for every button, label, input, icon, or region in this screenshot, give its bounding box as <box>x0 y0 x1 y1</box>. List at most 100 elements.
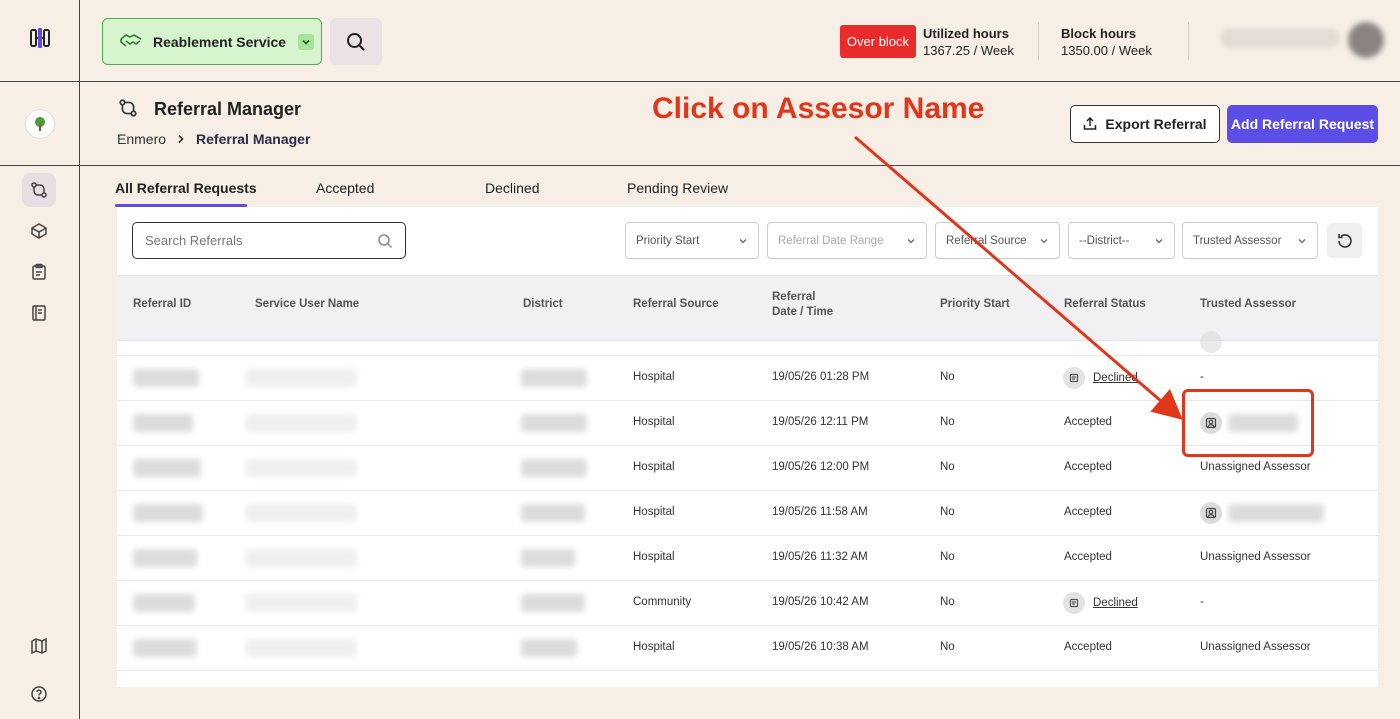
nav-referrals-icon[interactable] <box>22 173 56 207</box>
table-row[interactable]: Community 19/05/26 10:42 AM No Declined - <box>117 581 1378 626</box>
service-user-name-redacted[interactable] <box>245 504 357 522</box>
col-priority-start[interactable]: Priority Start <box>940 297 1010 312</box>
col-referral-source[interactable]: Referral Source <box>633 297 719 312</box>
declined-link[interactable]: Declined <box>1093 372 1138 384</box>
service-user-name-redacted[interactable] <box>245 369 357 387</box>
table-row[interactable]: Hospital 19/05/26 11:32 AM No Accepted Unass… <box>117 536 1378 581</box>
org-avatar[interactable] <box>24 108 55 139</box>
referral-id-redacted[interactable] <box>133 549 197 567</box>
chevron-down-icon <box>1155 238 1163 243</box>
referral-source: Hospital <box>633 551 675 563</box>
trusted-assessor[interactable]: Unassigned Assessor <box>1200 461 1311 473</box>
user-name-redacted[interactable] <box>1220 28 1340 48</box>
tab-pending-review[interactable]: Pending Review <box>627 180 728 196</box>
app-logo-icon[interactable] <box>28 26 52 55</box>
tab-declined[interactable]: Declined <box>485 180 539 196</box>
declined-link[interactable]: Declined <box>1093 597 1138 609</box>
tab-all-referrals[interactable]: All Referral Requests <box>115 180 257 196</box>
nav-clipboard-icon[interactable] <box>22 255 56 289</box>
chevron-down-icon <box>1040 238 1048 243</box>
referral-status[interactable]: Declined <box>1063 592 1138 614</box>
service-user-name-redacted[interactable] <box>245 549 357 567</box>
service-selector[interactable]: Reablement Service <box>102 18 322 65</box>
trusted-assessor[interactable]: - <box>1200 371 1204 383</box>
referral-status: Accepted <box>1064 506 1112 518</box>
filter-label: Referral Date Range <box>778 234 884 247</box>
org-cell <box>0 82 79 166</box>
service-user-name-redacted[interactable] <box>245 594 357 612</box>
annotation-text: Click on Assesor Name <box>652 92 985 125</box>
trusted-assessor[interactable] <box>1200 502 1324 524</box>
referral-id-redacted[interactable] <box>133 639 197 657</box>
chevron-down-icon <box>907 238 915 243</box>
chevron-down-icon <box>1298 238 1306 243</box>
district-redacted <box>521 639 577 657</box>
referral-id-redacted[interactable] <box>133 414 193 432</box>
trusted-assessor[interactable]: Unassigned Assessor <box>1200 641 1311 653</box>
nav-map-icon[interactable] <box>22 629 56 663</box>
user-icon <box>1200 502 1222 524</box>
tab-accepted[interactable]: Accepted <box>316 180 374 196</box>
table-row[interactable]: Hospital 19/05/26 11:58 AM No Accepted <box>117 491 1378 536</box>
col-referral-status[interactable]: Referral Status <box>1064 297 1146 312</box>
search-icon <box>378 233 393 248</box>
service-user-name-redacted[interactable] <box>245 414 357 432</box>
breadcrumb-root[interactable]: Enmero <box>117 131 166 147</box>
service-user-name-redacted[interactable] <box>245 639 357 657</box>
priority-start: No <box>940 641 955 653</box>
priority-start: No <box>940 596 955 608</box>
top-bar: Reablement Service Over block Utilized h… <box>80 0 1400 82</box>
referral-datetime: 19/05/26 12:11 PM <box>772 416 869 428</box>
app-logo-cell <box>0 0 79 82</box>
add-referral-button[interactable]: Add Referral Request <box>1227 105 1378 143</box>
left-rail <box>0 0 80 719</box>
priority-start: No <box>940 506 955 518</box>
filter-label: Trusted Assessor <box>1193 234 1282 247</box>
filter-priority-start[interactable]: Priority Start <box>625 222 759 259</box>
help-icon[interactable] <box>22 677 56 711</box>
filter-date-range[interactable]: Referral Date Range <box>767 222 927 259</box>
divider <box>1188 22 1189 60</box>
col-referral-date-line2[interactable]: Date / Time <box>772 305 833 320</box>
col-referral-date-line1[interactable]: Referral <box>772 290 815 305</box>
filter-label: Referral Source <box>946 234 1027 247</box>
table-row[interactable] <box>117 331 1378 356</box>
upload-icon <box>1084 117 1097 130</box>
divider <box>1038 22 1039 60</box>
nav-book-icon[interactable] <box>22 296 56 330</box>
district-redacted <box>521 459 587 477</box>
assessor-name-redacted[interactable] <box>1228 504 1324 522</box>
col-service-user-name[interactable]: Service User Name <box>255 297 359 312</box>
chevron-down-icon <box>739 238 747 243</box>
trusted-assessor[interactable]: Unassigned Assessor <box>1200 551 1311 563</box>
reset-filters-button[interactable] <box>1327 223 1362 258</box>
referral-status: Accepted <box>1064 551 1112 563</box>
referral-source: Community <box>633 596 692 608</box>
district-redacted <box>521 549 575 567</box>
referral-id-redacted[interactable] <box>133 504 203 522</box>
nav-package-icon[interactable] <box>22 214 56 248</box>
referral-id-redacted[interactable] <box>133 369 199 387</box>
filter-district[interactable]: --District-- <box>1068 222 1175 259</box>
reset-icon <box>1337 233 1352 248</box>
avatar[interactable] <box>1348 22 1384 58</box>
block-hours-value: 1350.00 / Week <box>1061 43 1152 58</box>
search-input[interactable]: Search Referrals <box>132 222 406 259</box>
col-trusted-assessor[interactable]: Trusted Assessor <box>1200 297 1296 312</box>
referral-manager-icon <box>118 98 138 123</box>
filter-referral-source[interactable]: Referral Source <box>935 222 1060 259</box>
col-referral-id[interactable]: Referral ID <box>133 297 191 312</box>
breadcrumb: Enmero Referral Manager <box>117 131 310 147</box>
table-row[interactable]: Hospital 19/05/26 10:38 AM No Accepted Unass… <box>117 626 1378 671</box>
referral-id-redacted[interactable] <box>133 459 201 477</box>
user-icon <box>1200 331 1222 353</box>
district-redacted <box>521 414 587 432</box>
trusted-assessor[interactable]: - <box>1200 596 1204 608</box>
export-referral-button[interactable]: Export Referral <box>1070 105 1220 143</box>
col-district[interactable]: District <box>523 297 563 312</box>
referral-id-redacted[interactable] <box>133 594 195 612</box>
service-user-name-redacted[interactable] <box>245 459 357 477</box>
global-search-button[interactable] <box>330 18 382 65</box>
referral-status[interactable]: Declined <box>1063 367 1138 389</box>
filter-trusted-assessor[interactable]: Trusted Assessor <box>1182 222 1318 259</box>
